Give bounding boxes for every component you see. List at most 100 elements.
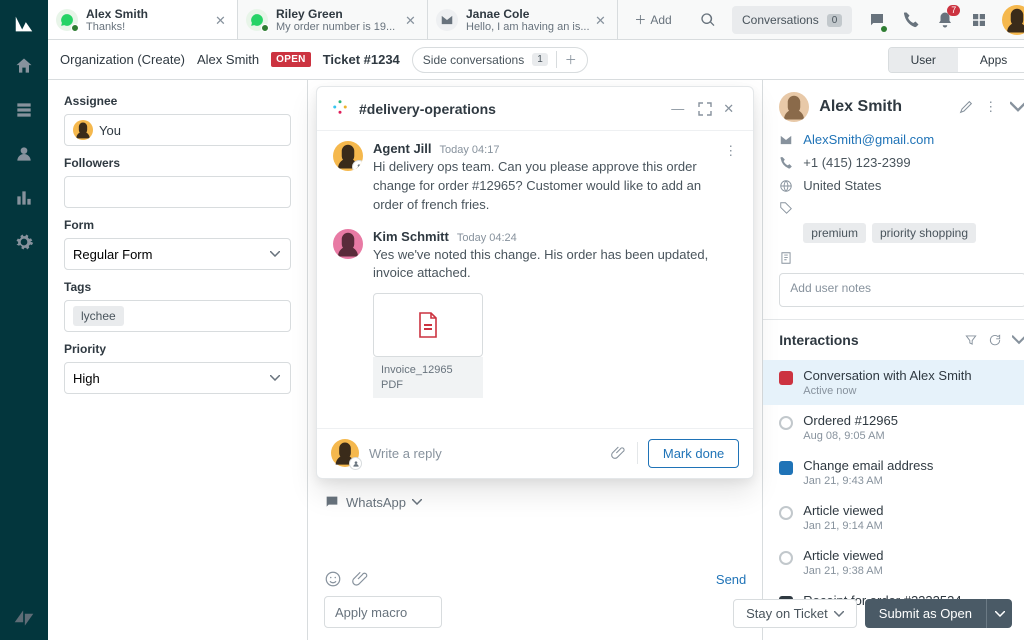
side-conversation-card: #delivery-operations — ✕ Agent Jill Today… <box>316 86 754 479</box>
interactions-header: Interactions <box>763 319 1024 360</box>
tab-alex-smith[interactable]: Alex SmithThanks! ✕ <box>48 0 238 39</box>
whatsapp-icon <box>56 9 78 31</box>
channel-selector[interactable]: WhatsApp <box>324 494 422 510</box>
nav-admin-icon[interactable] <box>0 220 48 264</box>
attach-icon[interactable] <box>611 445 627 461</box>
conversations-count: 0 <box>827 14 843 27</box>
user-phone: +1 (415) 123-2399 <box>779 155 1024 170</box>
form-label: Form <box>64 218 291 232</box>
interaction-item[interactable]: Conversation with Alex SmithActive now <box>763 360 1024 405</box>
file-icon <box>373 293 483 357</box>
submit-dropdown-button[interactable] <box>986 599 1012 628</box>
side-conversations-pill[interactable]: Side conversations1＋ <box>412 47 588 73</box>
minimize-icon[interactable]: — <box>671 101 687 117</box>
attachment-name: Invoice_12965 <box>381 363 475 377</box>
close-icon[interactable]: ✕ <box>405 13 419 27</box>
tab-title: Alex Smith <box>86 7 215 21</box>
tab-subtitle: My order number is 19... <box>276 21 405 33</box>
interaction-item[interactable]: Change email addressJan 21, 9:43 AM <box>779 450 1024 495</box>
attach-icon[interactable] <box>352 570 370 588</box>
apps-icon[interactable] <box>964 5 994 35</box>
filter-icon[interactable] <box>964 333 978 347</box>
send-button[interactable]: Send <box>716 572 746 587</box>
nav-reports-icon[interactable] <box>0 176 48 220</box>
tab-riley-green[interactable]: Riley GreenMy order number is 19... ✕ <box>238 0 428 39</box>
submit-button[interactable]: Submit as Open <box>865 599 986 628</box>
assignee-field[interactable]: You <box>64 114 291 146</box>
nav-home-icon[interactable] <box>0 44 48 88</box>
conversation-area: WhatsApp Send Apply macro #delivery-oper… <box>308 80 762 640</box>
expand-icon[interactable] <box>697 101 713 117</box>
message-text: Hi delivery ops team. Can you please app… <box>373 158 717 215</box>
top-tab-bar: Alex SmithThanks! ✕ Riley GreenMy order … <box>48 0 1024 40</box>
search-icon[interactable] <box>688 0 728 39</box>
footer-actions: Stay on Ticket Submit as Open <box>733 599 1012 628</box>
close-icon[interactable]: ✕ <box>595 13 609 27</box>
add-tab-button[interactable]: ＋Add <box>618 0 688 39</box>
apply-macro-select[interactable]: Apply macro <box>324 596 442 628</box>
message-author: Agent Jill <box>373 141 432 156</box>
reply-input[interactable]: Write a reply <box>369 446 601 461</box>
user-tag: premium <box>803 223 866 243</box>
whatsapp-icon <box>246 9 268 31</box>
toggle-apps[interactable]: Apps <box>958 48 1024 72</box>
tags-label: Tags <box>64 280 291 294</box>
nav-views-icon[interactable] <box>0 88 48 132</box>
avatar <box>331 439 359 467</box>
message-time: Today 04:17 <box>440 144 500 156</box>
message: Agent Jill Today 04:17 Hi delivery ops te… <box>333 141 737 215</box>
interaction-item[interactable]: Article viewedJan 21, 9:14 AM <box>779 495 1024 540</box>
chat-icon[interactable] <box>862 5 892 35</box>
followers-field[interactable] <box>64 176 291 208</box>
breadcrumb[interactable]: Alex Smith <box>197 52 259 67</box>
message-author: Kim Schmitt <box>373 229 449 244</box>
user-tags-row <box>779 201 1024 215</box>
followers-label: Followers <box>64 156 291 170</box>
status-badge: OPEN <box>271 52 311 67</box>
attachment[interactable]: Invoice_12965PDF <box>373 293 483 398</box>
attachment-type: PDF <box>381 378 475 392</box>
user-apps-toggle: User Apps <box>888 47 1024 73</box>
composer: Send <box>324 570 746 588</box>
zendesk-brand-icon <box>0 596 48 640</box>
mark-done-button[interactable]: Mark done <box>648 439 739 468</box>
interaction-item[interactable]: Ordered #12965Aug 08, 9:05 AM <box>779 405 1024 450</box>
chevron-down-icon[interactable] <box>1010 99 1024 115</box>
conversations-button[interactable]: Conversations0 <box>732 6 852 34</box>
close-icon[interactable]: ✕ <box>723 101 739 117</box>
breadcrumb-bar: Organization (Create) Alex Smith OPEN Ti… <box>48 40 1024 80</box>
user-notes-input[interactable]: Add user notes <box>779 273 1024 307</box>
notifications-badge: 7 <box>947 5 960 16</box>
form-select[interactable]: Regular Form <box>64 238 291 270</box>
user-name: Alex Smith <box>819 98 948 116</box>
current-user-avatar[interactable] <box>1002 5 1024 35</box>
message-time: Today 04:24 <box>457 232 517 244</box>
stay-on-ticket-button[interactable]: Stay on Ticket <box>733 599 857 628</box>
call-icon[interactable] <box>896 5 926 35</box>
toggle-user[interactable]: User <box>889 48 958 72</box>
chevron-down-icon[interactable] <box>1012 333 1024 347</box>
user-menu-icon[interactable]: ⋮ <box>984 99 1000 115</box>
refresh-icon[interactable] <box>988 333 1002 347</box>
priority-select[interactable]: High <box>64 362 291 394</box>
message-text: Yes we've noted this change. His order h… <box>373 246 717 284</box>
message-menu-icon[interactable]: ⋮ <box>724 143 737 159</box>
user-panel: Alex Smith ⋮ AlexSmith@gmail.com +1 (415… <box>762 80 1024 640</box>
emoji-icon[interactable] <box>324 570 342 588</box>
close-icon[interactable]: ✕ <box>215 13 229 27</box>
breadcrumb[interactable]: Organization (Create) <box>60 52 185 67</box>
tags-field[interactable]: lychee <box>64 300 291 332</box>
tab-title: Janae Cole <box>466 7 595 21</box>
edit-icon[interactable] <box>958 99 974 115</box>
interaction-item[interactable]: Article viewedJan 21, 9:38 AM <box>779 540 1024 585</box>
user-email[interactable]: AlexSmith@gmail.com <box>779 132 1024 147</box>
card-title: #delivery-operations <box>359 101 661 117</box>
tab-title: Riley Green <box>276 7 405 21</box>
email-icon <box>436 9 458 31</box>
nav-customers-icon[interactable] <box>0 132 48 176</box>
notifications-icon[interactable]: 7 <box>930 5 960 35</box>
slack-icon <box>331 98 349 119</box>
user-notes-icon <box>779 251 1024 265</box>
priority-label: Priority <box>64 342 291 356</box>
tab-janae-cole[interactable]: Janae ColeHello, I am having an is... ✕ <box>428 0 618 39</box>
